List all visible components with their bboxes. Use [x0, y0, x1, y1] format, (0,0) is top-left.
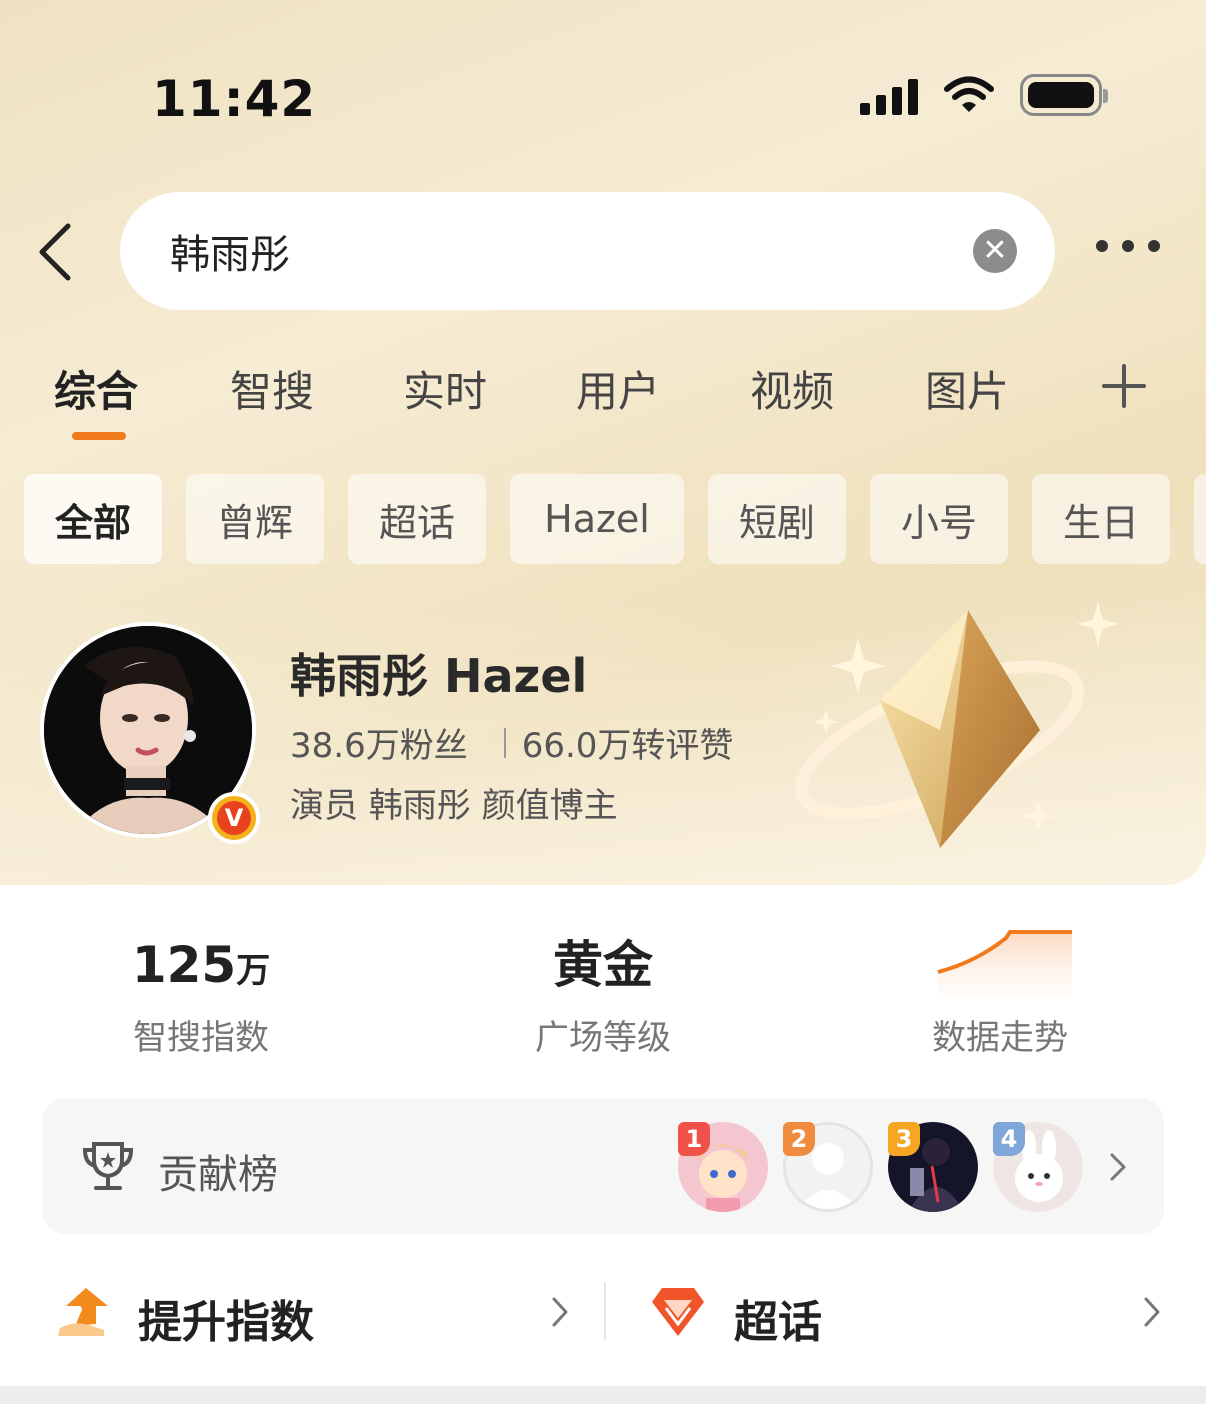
trend-chart-icon[interactable] — [936, 928, 1074, 998]
more-options-icon[interactable] — [1096, 240, 1160, 252]
wifi-icon — [944, 76, 994, 112]
chip-birthday[interactable]: 生日 — [1032, 474, 1170, 564]
square-level-value: 黄金 — [553, 936, 653, 994]
fans-count: 38.6万粉丝 — [290, 726, 468, 766]
chip-all[interactable]: 全部 — [24, 474, 162, 564]
cellular-signal-icon — [860, 75, 918, 115]
chevron-right-icon — [552, 1297, 568, 1327]
profile-header: 11:42 韩雨彤 ✕ 综合 智搜 实时 用户 视频 图片 全部 曾辉 超话 H… — [0, 0, 1206, 885]
tab-videos[interactable]: 视频 — [750, 358, 834, 419]
contribution-leaderboard[interactable]: 贡献榜 1 2 3 4 — [42, 1098, 1164, 1234]
diamond-crystal-decoration — [795, 602, 1120, 848]
chip-hazel[interactable]: Hazel — [510, 474, 684, 564]
chip-zenghui[interactable]: 曾辉 — [186, 474, 324, 564]
chip-supertopic[interactable]: 超话 — [348, 474, 486, 564]
tab-realtime[interactable]: 实时 — [403, 358, 487, 419]
smart-index-label: 智搜指数 — [133, 1018, 269, 1058]
rank-badge-1: 1 — [678, 1122, 710, 1156]
supertopic-diamond-icon — [652, 1288, 704, 1336]
supertopic-label: 超话 — [734, 1297, 822, 1348]
trend-label[interactable]: 数据走势 — [932, 1010, 1068, 1059]
search-query: 韩雨彤 — [170, 232, 290, 278]
links-divider — [604, 1282, 606, 1340]
tab-smart-search[interactable]: 智搜 — [230, 358, 314, 419]
interactions-count: 66.0万转评赞 — [521, 726, 734, 766]
contribution-label: 贡献榜 — [158, 1152, 278, 1198]
chip-short-drama[interactable]: 短剧 — [708, 474, 846, 564]
filter-chips: 全部 曾辉 超话 Hazel 短剧 小号 生日 — [24, 474, 1206, 564]
search-input[interactable]: 韩雨彤 ✕ — [120, 192, 1055, 310]
tab-comprehensive[interactable]: 综合 — [54, 358, 138, 419]
square-level-label: 广场等级 — [535, 1018, 671, 1058]
verified-badge-icon: V — [208, 792, 260, 844]
clear-search-icon[interactable]: ✕ — [973, 229, 1017, 273]
profile-name[interactable]: 韩雨彤 Hazel — [290, 640, 587, 706]
section-separator — [0, 1386, 1206, 1404]
tab-users[interactable]: 用户 — [576, 358, 660, 419]
back-arrow-icon[interactable] — [34, 222, 84, 282]
chevron-right-icon — [1110, 1153, 1126, 1181]
boost-arrow-icon — [58, 1288, 108, 1336]
smart-index-metric[interactable]: 125万 智搜指数 — [130, 932, 272, 1059]
chip-alt-account[interactable]: 小号 — [870, 474, 1008, 564]
active-tab-indicator — [72, 432, 126, 440]
boost-index-label: 提升指数 — [138, 1297, 314, 1348]
rank-badge-3: 3 — [888, 1122, 920, 1156]
status-icons — [860, 74, 1108, 116]
rank-badge-4: 4 — [993, 1122, 1025, 1156]
battery-icon — [1020, 74, 1108, 116]
boost-index-link[interactable]: 提升指数 — [0, 1276, 600, 1356]
profile-stats: 38.6万粉丝 66.0万转评赞 — [290, 718, 733, 767]
search-tabs: 综合 智搜 实时 用户 视频 图片 — [0, 358, 1206, 448]
chip-overflow[interactable] — [1194, 474, 1206, 564]
trophy-icon — [82, 1142, 134, 1190]
stats-divider — [503, 727, 506, 758]
status-time: 11:42 — [152, 70, 317, 128]
rank-badge-2: 2 — [783, 1122, 815, 1156]
supertopic-link[interactable]: 超话 — [610, 1276, 1206, 1356]
square-level-metric[interactable]: 黄金 广场等级 — [531, 932, 675, 1059]
add-tab-icon[interactable] — [1100, 362, 1148, 410]
smart-index-value: 125万 — [131, 936, 271, 994]
chevron-right-icon — [1144, 1297, 1160, 1327]
tab-images[interactable]: 图片 — [925, 358, 1009, 419]
profile-description: 演员 韩雨彤 颜值博主 — [290, 786, 618, 826]
